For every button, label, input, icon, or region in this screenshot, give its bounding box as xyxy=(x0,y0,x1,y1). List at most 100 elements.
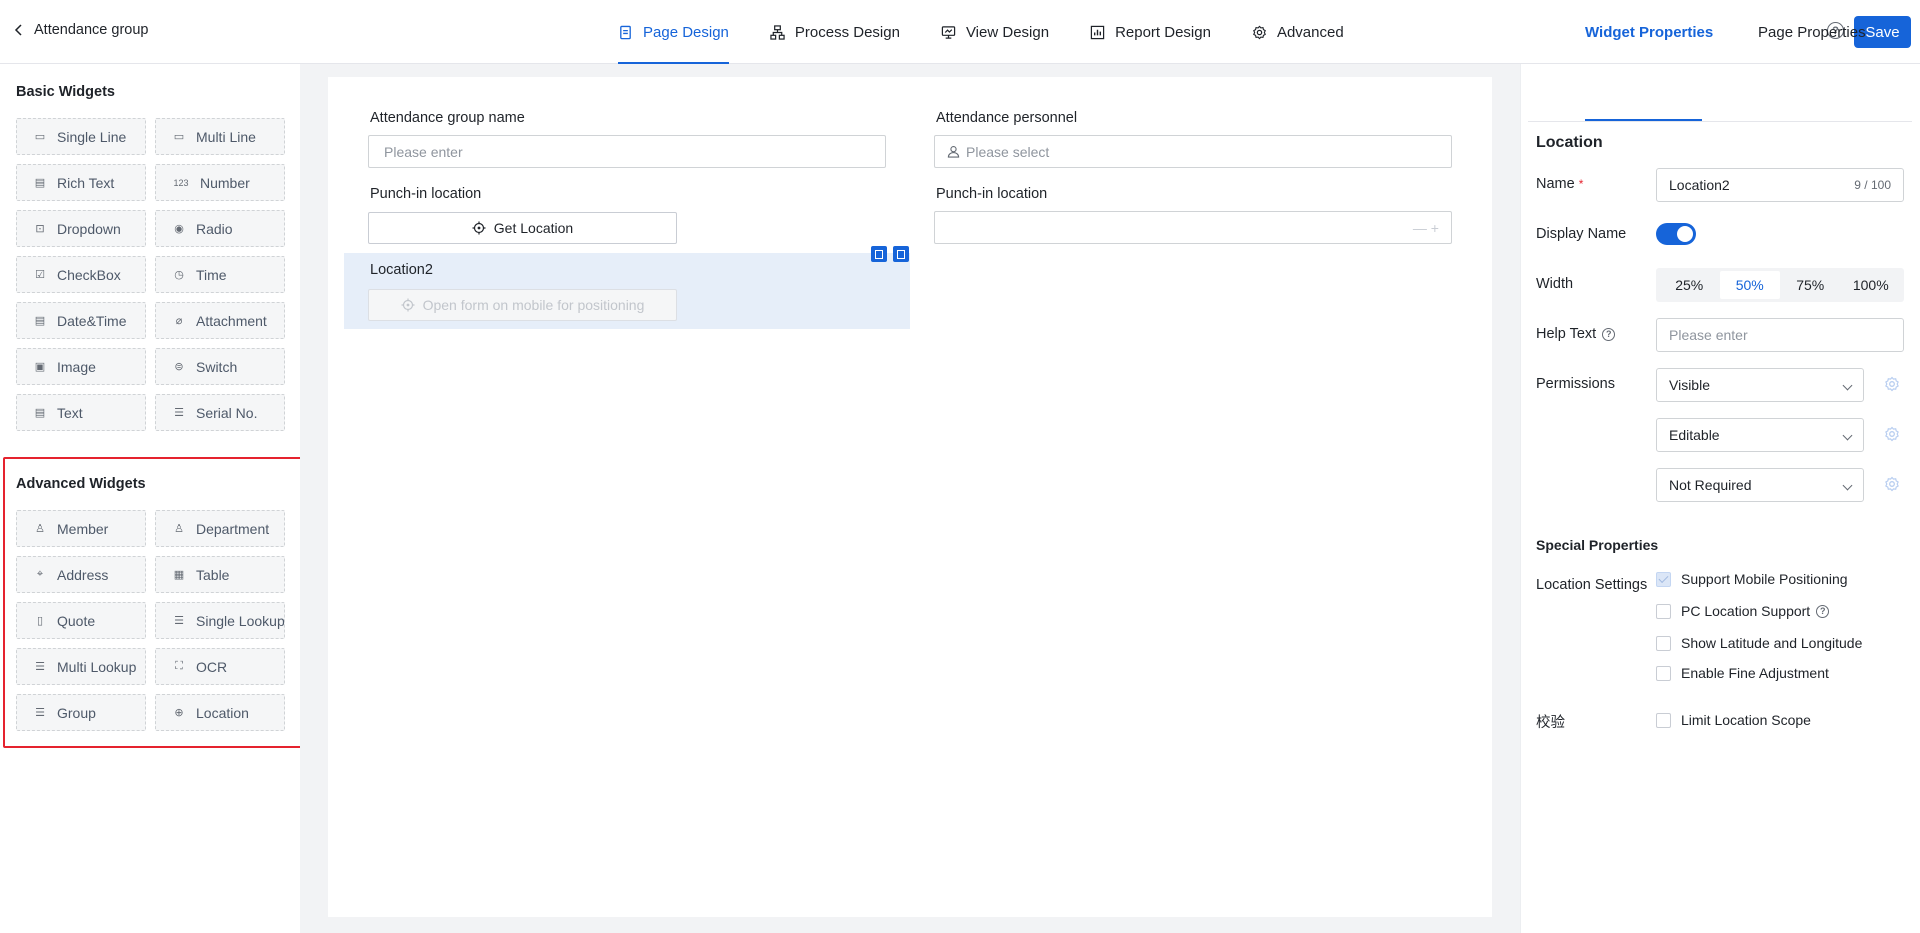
basic-widgets-grid: ▭ Single Line ▭ Multi Line ▤ Rich Text 123 Numb… xyxy=(16,118,285,431)
widget-group[interactable]: ☰ Group xyxy=(16,694,146,731)
widget-single-lookup[interactable]: ☰ Single Lookup xyxy=(155,602,285,639)
rich-text-icon: ▤ xyxy=(34,177,46,189)
chevron-down-icon xyxy=(1842,480,1853,491)
widget-label: Multi Line xyxy=(196,128,256,145)
visibility-select[interactable]: Visible xyxy=(1656,368,1864,402)
tab-report-design[interactable]: Report Design xyxy=(1090,0,1211,64)
scan-icon: ⛶ xyxy=(175,660,183,672)
widget-label: Image xyxy=(57,358,96,375)
tab-widget-properties[interactable]: Widget Properties xyxy=(1585,24,1713,41)
width-label: Width xyxy=(1536,276,1574,292)
tab-advanced[interactable]: Advanced xyxy=(1252,0,1344,64)
personnel-select[interactable]: Please select xyxy=(934,135,1452,168)
field-label-group-name: Attendance group name xyxy=(370,110,525,126)
get-location-button[interactable]: Get Location xyxy=(368,212,677,244)
widget-switch[interactable]: ⊜ Switch xyxy=(155,348,285,385)
widget-radio[interactable]: ◉ Radio xyxy=(155,210,285,247)
widget-single-line[interactable]: ▭ Single Line xyxy=(16,118,146,155)
pc-location-support-option[interactable]: PC Location Support ? xyxy=(1656,603,1830,619)
special-properties-title: Special Properties xyxy=(1536,537,1659,553)
image-icon: ▣ xyxy=(34,361,46,373)
monitor-icon xyxy=(941,25,956,39)
width-50-option[interactable]: 50% xyxy=(1719,271,1780,299)
required-select[interactable]: Not Required xyxy=(1656,468,1864,502)
location-settings-label: Location Settings xyxy=(1536,577,1648,593)
gear-icon[interactable] xyxy=(1884,376,1900,392)
display-name-toggle[interactable] xyxy=(1656,223,1696,245)
copy-icon[interactable] xyxy=(871,246,887,262)
gear-icon[interactable] xyxy=(1884,426,1900,442)
width-25-option[interactable]: 25% xyxy=(1659,271,1720,299)
help-text-input[interactable]: Please enter xyxy=(1656,318,1904,352)
group-name-input[interactable]: Please enter xyxy=(368,135,886,168)
widget-location[interactable]: ⊕ Location xyxy=(155,694,285,731)
checklist-icon: ☰ xyxy=(35,661,45,673)
widget-multi-lookup[interactable]: ☰ Multi Lookup xyxy=(16,648,146,685)
widget-checkbox[interactable]: ☑ CheckBox xyxy=(16,256,146,293)
question-icon[interactable]: ? xyxy=(1816,604,1830,618)
stepper-controls[interactable]: — + xyxy=(1413,220,1439,236)
width-75-option[interactable]: 75% xyxy=(1780,271,1841,299)
delete-icon[interactable] xyxy=(893,246,909,262)
widget-image[interactable]: ▣ Image xyxy=(16,348,146,385)
checkbox[interactable] xyxy=(1656,665,1671,681)
field-label-punch-in-2: Punch-in location xyxy=(936,186,1048,202)
widget-label: Number xyxy=(200,174,250,191)
tab-view-design[interactable]: View Design xyxy=(941,0,1049,64)
widget-serial-no-[interactable]: ☰ Serial No. xyxy=(155,394,285,431)
tab-label: Process Design xyxy=(794,23,900,41)
checkbox[interactable] xyxy=(1656,635,1671,651)
widget-address[interactable]: ⌖ Address xyxy=(16,556,146,593)
widget-rich-text[interactable]: ▤ Rich Text xyxy=(16,164,146,201)
help-text-placeholder: Please enter xyxy=(1669,327,1748,343)
widget-date-time[interactable]: ▤ Date&Time xyxy=(16,302,146,339)
widget-label: Serial No. xyxy=(196,404,258,421)
widget-text[interactable]: ▤ Text xyxy=(16,394,146,431)
widget-label: Radio xyxy=(196,220,233,237)
tab-page-design[interactable]: Page Design xyxy=(618,0,729,64)
editable-select[interactable]: Editable xyxy=(1656,418,1864,452)
widget-quote[interactable]: ▯ Quote xyxy=(16,602,146,639)
tab-page-properties[interactable]: Page Properties xyxy=(1758,24,1866,41)
display-name-label: Display Name xyxy=(1536,226,1627,242)
widget-multi-line[interactable]: ▭ Multi Line xyxy=(155,118,285,155)
select-placeholder: Please select xyxy=(966,143,1050,160)
widget-label: Member xyxy=(57,520,109,537)
widget-label: Multi Lookup xyxy=(57,658,137,675)
list-icon: ☰ xyxy=(174,615,184,627)
checkbox-checked[interactable] xyxy=(1656,571,1671,587)
table-icon: ▦ xyxy=(173,569,185,581)
help-text-label-text: Help Text xyxy=(1536,326,1597,342)
show-lat-lng-option[interactable]: Show Latitude and Longitude xyxy=(1656,635,1862,651)
tab-label: View Design xyxy=(965,23,1050,41)
widget-label: OCR xyxy=(196,658,228,675)
number-icon: 123 xyxy=(173,177,189,188)
widget-department[interactable]: ♙ Department xyxy=(155,510,285,547)
tab-label: Page Design xyxy=(643,23,729,41)
widget-ocr[interactable]: ⛶ OCR xyxy=(155,648,285,685)
crosshair-icon: ⊕ xyxy=(174,707,184,719)
limit-location-scope-option[interactable]: Limit Location Scope xyxy=(1656,712,1811,728)
checkbox[interactable] xyxy=(1656,603,1671,619)
widget-attachment[interactable]: ⌀ Attachment xyxy=(155,302,285,339)
tab-process-design[interactable]: Process Design xyxy=(770,0,900,64)
name-label-text: Name xyxy=(1536,176,1575,192)
checkbox[interactable] xyxy=(1656,712,1671,728)
form-canvas xyxy=(328,77,1492,917)
width-100-option[interactable]: 100% xyxy=(1841,271,1902,299)
support-mobile-positioning-option[interactable]: Support Mobile Positioning xyxy=(1656,571,1848,587)
chevron-down-icon xyxy=(1842,430,1853,441)
widget-dropdown[interactable]: ⊡ Dropdown xyxy=(16,210,146,247)
question-icon[interactable]: ? xyxy=(1602,327,1616,341)
name-input[interactable]: Location2 9 / 100 xyxy=(1656,168,1904,202)
widget-label: Location xyxy=(196,704,249,721)
widget-table[interactable]: ▦ Table xyxy=(155,556,285,593)
punch-in-stepper[interactable]: — + xyxy=(934,211,1452,244)
widget-time[interactable]: ◷ Time xyxy=(155,256,285,293)
back-button[interactable]: Attendance group xyxy=(14,22,148,38)
fine-adjustment-option[interactable]: Enable Fine Adjustment xyxy=(1656,665,1829,681)
widget-number[interactable]: 123 Number xyxy=(155,164,285,201)
page-icon xyxy=(620,25,631,39)
gear-icon[interactable] xyxy=(1884,476,1900,492)
widget-member[interactable]: ♙ Member xyxy=(16,510,146,547)
